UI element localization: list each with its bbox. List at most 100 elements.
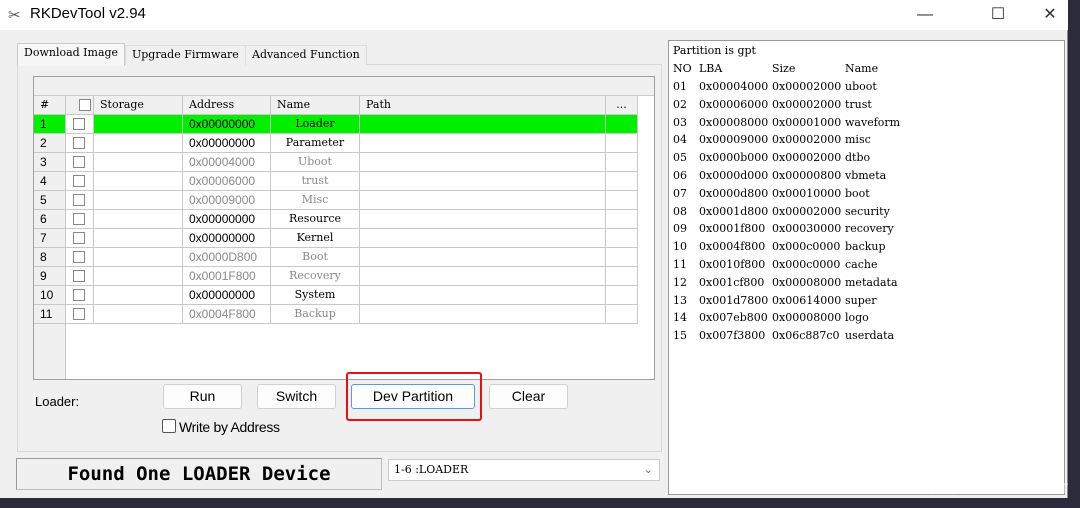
write-by-address-checkbox[interactable] — [162, 419, 176, 433]
partition-name: metadata — [845, 275, 898, 289]
row-checkbox[interactable] — [73, 251, 85, 263]
partition-name: boot — [845, 186, 870, 200]
table-row[interactable]: 7 0x00000000 Kernel — [34, 229, 638, 248]
row-checkbox[interactable] — [73, 232, 85, 244]
row-path[interactable] — [360, 153, 606, 172]
partition-no: 13 — [673, 293, 687, 307]
image-table[interactable]: # Storage Address Name Path... 1 0x00000000 Loa… — [33, 76, 655, 380]
row-address[interactable]: 0x00000000 — [183, 134, 271, 153]
row-checkbox[interactable] — [73, 213, 85, 225]
partition-size: 0x00614000 — [772, 293, 842, 307]
row-name: Loader — [271, 115, 360, 134]
row-storage[interactable] — [94, 305, 183, 324]
row-address[interactable]: 0x00004000 — [183, 153, 271, 172]
tab-advanced-function[interactable]: Advanced Function — [245, 45, 367, 65]
partition-no: 02 — [673, 97, 687, 111]
partition-no: 01 — [673, 80, 687, 93]
row-browse[interactable] — [606, 305, 638, 324]
close-button[interactable]: ✕ — [1030, 3, 1070, 27]
row-address[interactable]: 0x00000000 — [183, 286, 271, 305]
partition-header: NO LBA Size Name — [673, 62, 1053, 78]
row-storage[interactable] — [94, 134, 183, 153]
row-checkbox[interactable] — [73, 118, 85, 130]
row-address[interactable]: 0x0004F800 — [183, 305, 271, 324]
row-storage[interactable] — [94, 153, 183, 172]
row-storage[interactable] — [94, 210, 183, 229]
col-name-header: Name — [271, 96, 360, 115]
row-checkbox[interactable] — [73, 156, 85, 168]
row-browse[interactable] — [606, 210, 638, 229]
maximize-button[interactable]: ☐ — [978, 3, 1018, 27]
row-path[interactable] — [360, 115, 606, 134]
row-path[interactable] — [360, 267, 606, 286]
row-storage[interactable] — [94, 191, 183, 210]
table-row[interactable]: 8 0x0000D800 Boot — [34, 248, 638, 267]
write-by-address-label: Write by Address — [179, 419, 280, 435]
col-more-header[interactable]: ... — [606, 96, 638, 115]
table-row[interactable]: 3 0x00004000 Uboot — [34, 153, 638, 172]
minimize-button[interactable]: — — [905, 3, 945, 27]
tab-upgrade-firmware[interactable]: Upgrade Firmware — [125, 45, 246, 65]
tab-download-image[interactable]: Download Image — [17, 43, 126, 66]
row-path[interactable] — [360, 172, 606, 191]
table-row[interactable]: 11 0x0004F800 Backup — [34, 305, 638, 324]
row-browse[interactable] — [606, 267, 638, 286]
row-storage[interactable] — [94, 248, 183, 267]
row-browse[interactable] — [606, 115, 638, 134]
partition-lba: 0x0000d000 — [699, 169, 769, 182]
table-row[interactable]: 6 0x00000000 Resource — [34, 210, 638, 229]
row-storage[interactable] — [94, 172, 183, 191]
row-address[interactable]: 0x00009000 — [183, 191, 271, 210]
partition-size: 0x06c887c0 — [772, 329, 840, 343]
row-storage[interactable] — [94, 267, 183, 286]
dev-partition-button[interactable]: Dev Partition — [351, 384, 475, 409]
clear-button[interactable]: Clear — [489, 384, 568, 409]
row-browse[interactable] — [606, 172, 638, 191]
partition-lba: 0x007eb800 — [699, 311, 768, 325]
run-button[interactable]: Run — [163, 384, 242, 409]
row-browse[interactable] — [606, 134, 638, 153]
row-address[interactable]: 0x00000000 — [183, 229, 271, 248]
table-row[interactable]: 2 0x00000000 Parameter — [34, 134, 638, 153]
row-browse[interactable] — [606, 248, 638, 267]
partition-lba: 0x00006000 — [699, 97, 769, 111]
switch-button[interactable]: Switch — [257, 384, 336, 409]
select-all-checkbox[interactable] — [79, 99, 91, 111]
row-browse[interactable] — [606, 286, 638, 305]
partition-output[interactable]: Partition is gpt NO LBA Size Name 01 0x000040… — [668, 40, 1065, 495]
row-path[interactable] — [360, 134, 606, 153]
row-address[interactable]: 0x00000000 — [183, 210, 271, 229]
device-select[interactable]: 1-6 :LOADER ⌄ — [388, 459, 660, 481]
row-checkbox[interactable] — [73, 194, 85, 206]
row-address[interactable]: 0x00006000 — [183, 172, 271, 191]
row-path[interactable] — [360, 210, 606, 229]
row-storage[interactable] — [94, 115, 183, 134]
row-address[interactable]: 0x00000000 — [183, 115, 271, 134]
row-path[interactable] — [360, 191, 606, 210]
row-path[interactable] — [360, 248, 606, 267]
row-checkbox[interactable] — [73, 175, 85, 187]
row-checkbox[interactable] — [73, 308, 85, 320]
col-select-all-header[interactable] — [66, 96, 94, 115]
table-row[interactable]: 10 0x00000000 System — [34, 286, 638, 305]
row-checkbox[interactable] — [73, 289, 85, 301]
partition-lba: 0x0001f800 — [699, 222, 766, 236]
table-row[interactable]: 4 0x00006000 trust — [34, 172, 638, 191]
table-row[interactable]: 1 0x00000000 Loader — [34, 115, 638, 134]
row-name: Boot — [271, 248, 360, 267]
row-address[interactable]: 0x0001F800 — [183, 267, 271, 286]
row-address[interactable]: 0x0000D800 — [183, 248, 271, 267]
row-checkbox[interactable] — [73, 270, 85, 282]
row-path[interactable] — [360, 286, 606, 305]
row-path[interactable] — [360, 305, 606, 324]
row-browse[interactable] — [606, 229, 638, 248]
row-storage[interactable] — [94, 286, 183, 305]
table-row[interactable]: 5 0x00009000 Misc — [34, 191, 638, 210]
row-browse[interactable] — [606, 153, 638, 172]
row-browse[interactable] — [606, 191, 638, 210]
table-row[interactable]: 9 0x0001F800 Recovery — [34, 267, 638, 286]
row-path[interactable] — [360, 229, 606, 248]
row-checkbox[interactable] — [73, 137, 85, 149]
row-storage[interactable] — [94, 229, 183, 248]
loader-label: Loader: — [35, 394, 80, 409]
